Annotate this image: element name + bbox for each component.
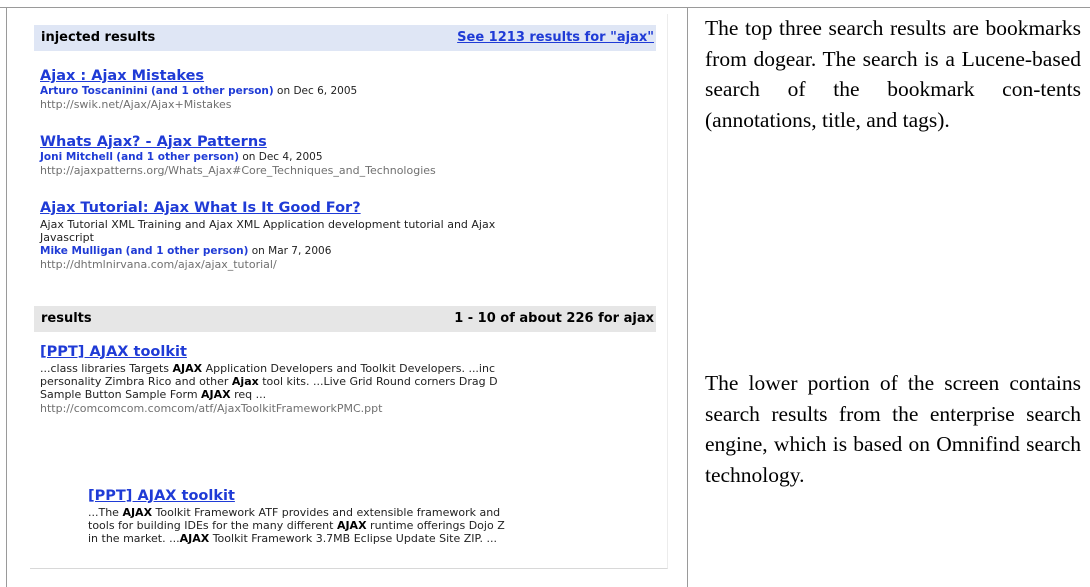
result-date: on Mar 7, 2006 xyxy=(251,245,332,257)
result-url: http://ajaxpatterns.org/Whats_Ajax#Core_… xyxy=(40,164,436,177)
person-link[interactable]: Mike Mulligan xyxy=(40,245,122,257)
result-snippet: ...class libraries Targets AJAX Applicat… xyxy=(40,362,496,375)
result-snippet: Sample Button Sample Form AJAX req ... xyxy=(40,388,267,401)
result-snippet: in the market. ...AJAX Toolkit Framework… xyxy=(88,532,497,545)
result-date: on Dec 4, 2005 xyxy=(242,151,323,163)
other-person-link[interactable]: (and 1 other person) xyxy=(126,245,249,257)
injected-results-header: injected results See 1213 results for "a… xyxy=(34,25,656,51)
result-snippet: ...The AJAX Toolkit Framework ATF provid… xyxy=(88,506,501,519)
result-meta: Joni Mitchell (and 1 other person) on De… xyxy=(40,151,667,163)
result-url: http://dhtmlnirvana.com/ajax/ajax_tutori… xyxy=(40,258,277,271)
result-title-link[interactable]: Ajax Tutorial: Ajax What Is It Good For? xyxy=(40,200,667,216)
frame-left-rule xyxy=(6,7,7,587)
injected-result: Ajax Tutorial: Ajax What Is It Good For?… xyxy=(40,200,667,271)
frame-top-rule xyxy=(0,7,1090,8)
injected-results-label: injected results xyxy=(41,30,156,45)
result-description: Ajax Tutorial XML Training and Ajax XML … xyxy=(40,218,496,231)
results-label: results xyxy=(41,311,92,326)
result-meta: Arturo Toscaninini (and 1 other person) … xyxy=(40,85,667,97)
person-link[interactable]: Arturo Toscaninini xyxy=(40,85,148,97)
other-person-link[interactable]: (and 1 other person) xyxy=(116,151,239,163)
results-header: results 1 - 10 of about 226 for ajax xyxy=(34,306,656,332)
search-result: [PPT] AJAX toolkit ...class libraries Ta… xyxy=(40,344,667,415)
result-url: http://comcomcom.comcom/atf/AjaxToolkitF… xyxy=(40,402,383,415)
result-title-link[interactable]: Whats Ajax? - Ajax Patterns xyxy=(40,134,667,150)
result-title-link[interactable]: Ajax : Ajax Mistakes xyxy=(40,68,667,84)
result-date: on Dec 6, 2005 xyxy=(277,85,358,97)
result-title-link[interactable]: [PPT] AJAX toolkit xyxy=(88,488,667,504)
result-meta: Mike Mulligan (and 1 other person) on Ma… xyxy=(40,245,667,257)
search-result: [PPT] AJAX toolkit ...The AJAX Toolkit F… xyxy=(88,488,667,545)
see-all-results-link[interactable]: See 1213 results for "ajax" xyxy=(457,30,654,45)
injected-result: Ajax : Ajax Mistakes Arturo Toscaninini … xyxy=(40,68,667,111)
result-description: Javascript xyxy=(40,231,94,244)
result-url: http://swik.net/Ajax/Ajax+Mistakes xyxy=(40,98,232,111)
other-person-link[interactable]: (and 1 other person) xyxy=(151,85,274,97)
caption-top: The top three search results are bookmar… xyxy=(705,16,1081,132)
search-results-screenshot: injected results See 1213 results for "a… xyxy=(30,14,668,569)
result-snippet: tools for building IDEs for the many dif… xyxy=(88,519,505,532)
result-snippet: personality Zimbra Rico and other Ajax t… xyxy=(40,375,498,388)
result-title-link[interactable]: [PPT] AJAX toolkit xyxy=(40,344,667,360)
person-link[interactable]: Joni Mitchell xyxy=(40,151,113,163)
injected-result: Whats Ajax? - Ajax Patterns Joni Mitchel… xyxy=(40,134,667,177)
frame-column-rule xyxy=(687,7,688,587)
caption-bottom: The lower portion of the screen contains… xyxy=(705,371,1081,487)
results-count: 1 - 10 of about 226 for ajax xyxy=(454,311,654,326)
